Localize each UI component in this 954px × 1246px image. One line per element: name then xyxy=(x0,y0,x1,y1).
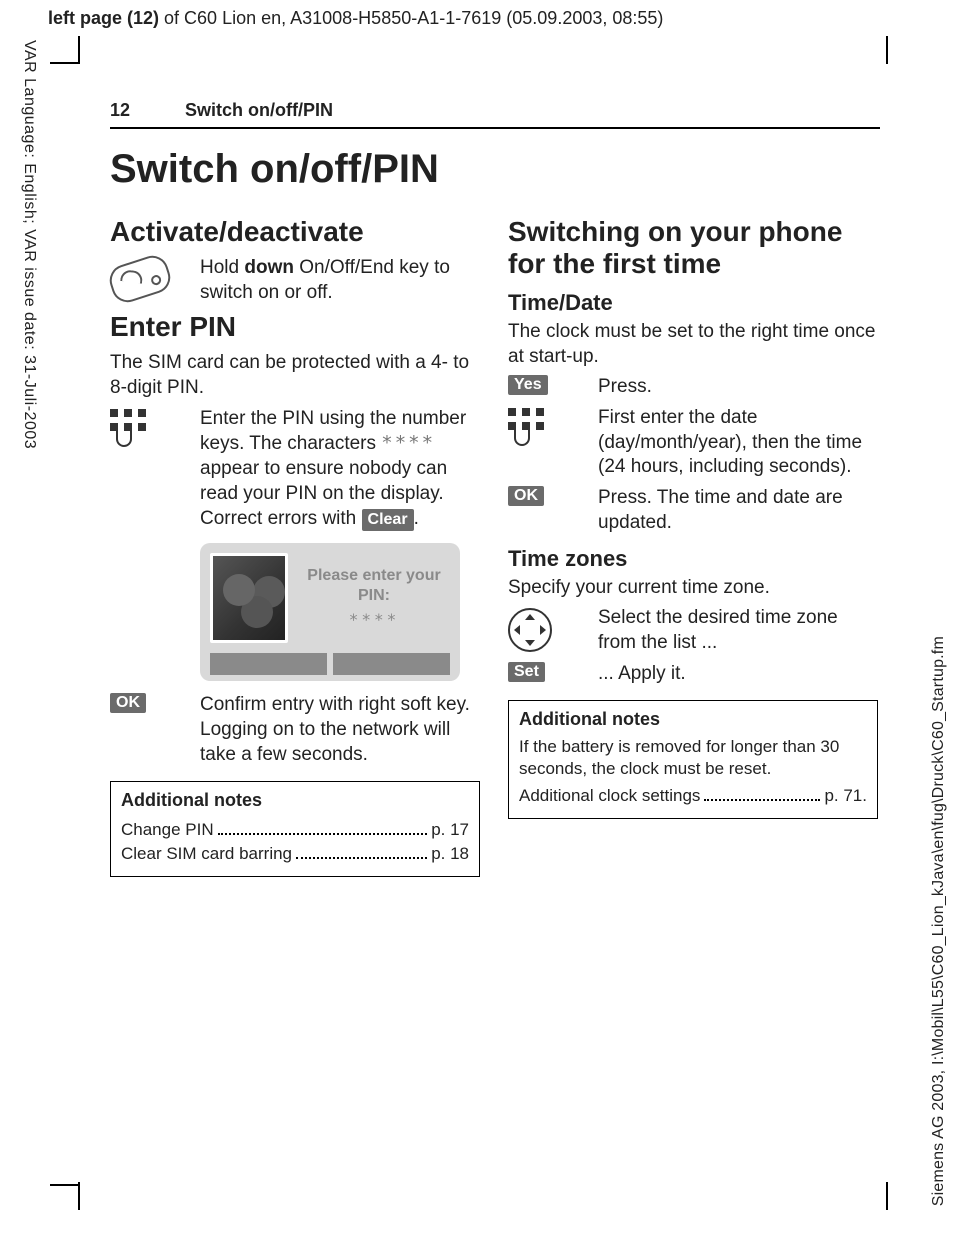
heading-timezones: Time zones xyxy=(508,546,878,572)
ok-text: Confirm entry with right soft key. Loggi… xyxy=(200,693,480,767)
heading-timedate: Time/Date xyxy=(508,290,878,316)
ok-key: OK xyxy=(110,693,146,713)
page-title: Switch on/off/PIN xyxy=(110,147,880,192)
ok-text-right: Press. The time and date are updated. xyxy=(598,486,878,535)
screen-line2: PIN: xyxy=(358,587,390,604)
phone-screen: Please enter your PIN: **** xyxy=(200,543,460,681)
yes-key: Yes xyxy=(508,375,548,395)
enter-pin-intro: The SIM card can be protected with a 4- … xyxy=(110,351,480,400)
notes-title-left: Additional notes xyxy=(121,790,469,811)
timedate-intro: The clock must be set to the right time … xyxy=(508,320,878,369)
side-right-text: Siemens AG 2003, I:\Mobil\L55\C60_Lion_k… xyxy=(930,636,948,1206)
clear-key: Clear xyxy=(362,509,414,532)
enter-pin-keypad-text: Enter the PIN using the number keys. The… xyxy=(200,407,480,532)
end-key-icon xyxy=(110,256,200,298)
screen-line1: Please enter your xyxy=(307,567,440,584)
crop-info: left page (12) of C60 Lion en, A31008-H5… xyxy=(48,8,663,29)
additional-notes-right: Additional notes If the battery is remov… xyxy=(508,700,878,818)
page-number: 12 xyxy=(110,100,180,121)
running-head: 12 Switch on/off/PIN xyxy=(110,100,880,129)
notes-row: Additional clock settings p. 71. xyxy=(519,783,867,805)
screen-stars: **** xyxy=(298,610,450,630)
notes-title-right: Additional notes xyxy=(519,709,867,730)
activate-text: Hold down On/Off/End key to switch on or… xyxy=(200,256,480,305)
nav-text: Select the desired time zone from the li… xyxy=(598,606,878,655)
crop-info-rest: of C60 Lion en, A31008-H5850-A1-1-7619 (… xyxy=(159,8,663,28)
heading-activate: Activate/deactivate xyxy=(110,216,480,248)
notes-row: Clear SIM card barring p. 18 xyxy=(121,842,469,864)
additional-notes-left: Additional notes Change PIN p. 17 Clear … xyxy=(110,781,480,877)
yes-text: Press. xyxy=(598,375,878,400)
heading-enter-pin: Enter PIN xyxy=(110,311,480,343)
notes-row: Change PIN p. 17 xyxy=(121,817,469,839)
right-column: Switching on your phone for the first ti… xyxy=(508,210,878,877)
timezones-intro: Specify your current time zone. xyxy=(508,576,878,601)
keypad-icon xyxy=(110,407,200,445)
ok-key: OK xyxy=(508,486,544,506)
set-key: Set xyxy=(508,662,545,682)
nav-key-icon xyxy=(508,606,598,652)
phone-wallpaper-icon xyxy=(210,553,288,643)
softkey-right xyxy=(333,653,450,675)
running-title: Switch on/off/PIN xyxy=(185,100,333,120)
heading-first-time: Switching on your phone for the first ti… xyxy=(508,216,878,280)
notes-body-right: If the battery is removed for longer tha… xyxy=(519,736,867,780)
keypad-text: First enter the date (day/month/year), t… xyxy=(598,406,878,480)
keypad-icon xyxy=(508,406,598,444)
set-text: ... Apply it. xyxy=(598,662,878,687)
side-left-text: VAR Language: English; VAR issue date: 3… xyxy=(20,40,38,449)
left-column: Activate/deactivate Hold down On/Off/End… xyxy=(110,210,480,877)
crop-info-bold: left page (12) xyxy=(48,8,159,28)
softkey-left xyxy=(210,653,327,675)
